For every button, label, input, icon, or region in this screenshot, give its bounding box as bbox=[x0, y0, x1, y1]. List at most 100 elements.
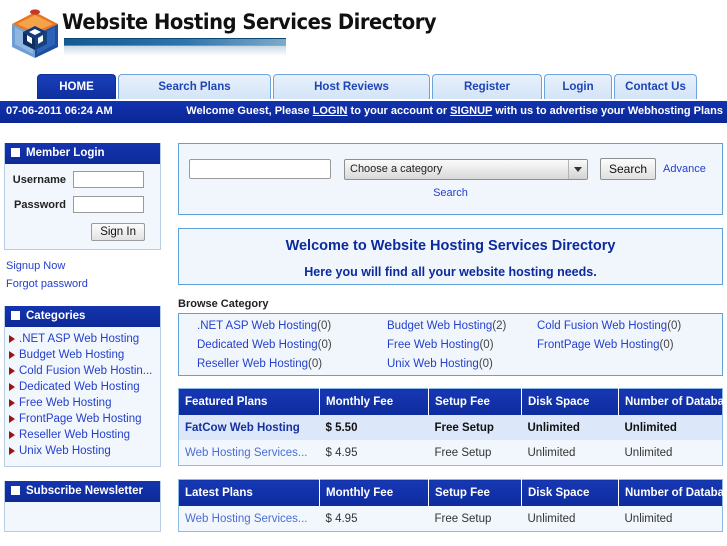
setup-fee-cell: Free Setup bbox=[428, 415, 522, 440]
login-link[interactable]: LOGIN bbox=[313, 105, 348, 117]
arrow-right-icon bbox=[9, 447, 15, 455]
newsletter-body bbox=[5, 502, 160, 531]
browse-count: (2) bbox=[492, 320, 507, 332]
category-label: Dedicated Web Hosting bbox=[19, 381, 140, 393]
table-row[interactable]: FatCow Web Hosting $ 5.50 Free Setup Unl… bbox=[178, 415, 723, 440]
sidebar-category-unix[interactable]: Unix Web Hosting bbox=[9, 444, 156, 458]
search-row: Choose a category Search Advance bbox=[189, 158, 712, 180]
browse-category-budget[interactable]: Budget Web Hosting(2) bbox=[387, 320, 537, 332]
category-select-wrapper[interactable]: Choose a category bbox=[344, 158, 588, 180]
tab-contact-us[interactable]: Contact Us bbox=[614, 74, 697, 99]
signup-link[interactable]: SIGNUP bbox=[450, 105, 492, 117]
header-accent-shadow bbox=[64, 45, 286, 56]
plan-name-cell[interactable]: Web Hosting Services... bbox=[178, 506, 320, 532]
plan-link[interactable]: FatCow Web Hosting bbox=[185, 422, 300, 434]
browse-count: (0) bbox=[667, 320, 682, 332]
username-input[interactable] bbox=[73, 171, 144, 188]
tab-home[interactable]: HOME bbox=[37, 74, 116, 99]
table-header-row: Latest Plans Monthly Fee Setup Fee Disk … bbox=[178, 479, 727, 506]
col-featured-plans: Featured Plans bbox=[178, 388, 320, 415]
category-label: FrontPage Web Hosting bbox=[19, 413, 142, 425]
newsletter-title: Subscribe Newsletter bbox=[26, 485, 143, 497]
tab-login[interactable]: Login bbox=[544, 74, 612, 99]
site-title: Website Hosting Services Directory bbox=[62, 10, 437, 34]
col-monthly-fee: Monthly Fee bbox=[319, 388, 429, 415]
advance-search-link[interactable]: Advance bbox=[663, 163, 706, 175]
sign-in-button[interactable]: Sign In bbox=[91, 223, 145, 241]
page-body: Member Login Username Password Sign In S… bbox=[0, 123, 727, 545]
browse-category-net-asp[interactable]: .NET ASP Web Hosting(0) bbox=[197, 320, 387, 332]
username-label: Username bbox=[12, 173, 66, 186]
main-navigation: HOME Search Plans Host Reviews Register … bbox=[0, 74, 727, 101]
col-databases: Number of Databases bbox=[618, 388, 727, 415]
category-label: Cold Fusion Web Hostin... bbox=[19, 365, 153, 377]
newsletter-header: Subscribe Newsletter bbox=[5, 481, 160, 502]
sidebar-category-budget[interactable]: Budget Web Hosting bbox=[9, 348, 156, 362]
databases-cell: Unlimited bbox=[618, 440, 723, 466]
sidebar-category-free[interactable]: Free Web Hosting bbox=[9, 396, 156, 410]
browse-category-free[interactable]: Free Web Hosting(0) bbox=[387, 339, 537, 351]
browse-count: (0) bbox=[659, 339, 674, 351]
status-bar: 07-06-2011 06:24 AM Welcome Guest, Pleas… bbox=[0, 101, 727, 123]
setup-fee-cell: Free Setup bbox=[428, 440, 522, 466]
search-input[interactable] bbox=[189, 159, 331, 179]
welcome-suffix: with us to advertise your Webhosting Pla… bbox=[492, 105, 723, 117]
sidebar-category-frontpage[interactable]: FrontPage Web Hosting bbox=[9, 412, 156, 426]
browse-category-reseller[interactable]: Reseller Web Hosting(0) bbox=[197, 358, 387, 370]
browse-label: Reseller Web Hosting bbox=[197, 358, 309, 370]
databases-cell: Unlimited bbox=[618, 506, 723, 532]
col-latest-plans: Latest Plans bbox=[178, 479, 320, 506]
sidebar-category-net-asp[interactable]: .NET ASP Web Hosting bbox=[9, 332, 156, 346]
browse-category-dedicated[interactable]: Dedicated Web Hosting(0) bbox=[197, 339, 387, 351]
browse-category-unix[interactable]: Unix Web Hosting(0) bbox=[387, 358, 537, 370]
table-row[interactable]: Web Hosting Services... $ 4.95 Free Setu… bbox=[178, 506, 723, 532]
arrow-right-icon bbox=[9, 431, 15, 439]
member-login-box: Member Login Username Password Sign In bbox=[4, 143, 161, 250]
sidebar-category-dedicated[interactable]: Dedicated Web Hosting bbox=[9, 380, 156, 394]
password-input[interactable] bbox=[73, 196, 144, 213]
password-label: Password bbox=[14, 198, 66, 211]
browse-label: Free Web Hosting bbox=[387, 339, 480, 351]
category-select[interactable]: Choose a category bbox=[344, 158, 588, 180]
search-button[interactable]: Search bbox=[600, 158, 657, 180]
disk-space-cell: Unlimited bbox=[521, 415, 619, 440]
browse-category-cold-fusion[interactable]: Cold Fusion Web Hosting(0) bbox=[537, 320, 722, 332]
browse-label: FrontPage Web Hosting bbox=[537, 339, 660, 351]
browse-category-frontpage[interactable]: FrontPage Web Hosting(0) bbox=[537, 339, 722, 351]
tab-host-reviews[interactable]: Host Reviews bbox=[273, 74, 430, 99]
categories-header: Categories bbox=[5, 306, 160, 327]
cube-box-icon bbox=[6, 6, 64, 64]
member-login-title: Member Login bbox=[26, 147, 105, 159]
tab-search-plans[interactable]: Search Plans bbox=[118, 74, 271, 99]
welcome-message: Welcome Guest, Please LOGIN to your acco… bbox=[186, 105, 723, 117]
col-disk-space: Disk Space bbox=[521, 388, 619, 415]
browse-label: .NET ASP Web Hosting bbox=[197, 320, 318, 332]
col-setup-fee: Setup Fee bbox=[428, 388, 522, 415]
category-label: Free Web Hosting bbox=[19, 397, 112, 409]
disk-space-cell: Unlimited bbox=[521, 506, 619, 532]
welcome-prefix: Welcome Guest, Please bbox=[186, 105, 313, 117]
chevron-down-icon[interactable] bbox=[568, 159, 587, 179]
plan-name-cell[interactable]: Web Hosting Services... bbox=[178, 440, 320, 466]
browse-count: (0) bbox=[479, 339, 494, 351]
monthly-fee-cell: $ 4.95 bbox=[319, 440, 429, 466]
tab-register[interactable]: Register bbox=[432, 74, 542, 99]
signup-now-link[interactable]: Signup Now bbox=[6, 260, 161, 272]
plan-name-cell[interactable]: FatCow Web Hosting bbox=[178, 415, 320, 440]
forgot-password-link[interactable]: Forgot password bbox=[6, 278, 161, 290]
arrow-right-icon bbox=[9, 367, 15, 375]
plan-link[interactable]: Web Hosting Services... bbox=[185, 447, 308, 459]
categories-title: Categories bbox=[26, 310, 86, 322]
search-sub-link[interactable]: Search bbox=[433, 187, 468, 199]
category-label: Unix Web Hosting bbox=[19, 445, 111, 457]
table-row[interactable]: Web Hosting Services... $ 4.95 Free Setu… bbox=[178, 440, 723, 466]
sidebar-category-reseller[interactable]: Reseller Web Hosting bbox=[9, 428, 156, 442]
browse-category-grid: .NET ASP Web Hosting(0) Budget Web Hosti… bbox=[179, 320, 722, 370]
sidebar-category-cold-fusion[interactable]: Cold Fusion Web Hostin... bbox=[9, 364, 156, 378]
setup-fee-cell: Free Setup bbox=[428, 506, 522, 532]
newsletter-box: Subscribe Newsletter bbox=[4, 481, 161, 532]
site-header: Website Hosting Services Directory bbox=[0, 0, 727, 70]
col-monthly-fee: Monthly Fee bbox=[319, 479, 429, 506]
plan-link[interactable]: Web Hosting Services... bbox=[185, 513, 308, 525]
arrow-right-icon bbox=[9, 383, 15, 391]
